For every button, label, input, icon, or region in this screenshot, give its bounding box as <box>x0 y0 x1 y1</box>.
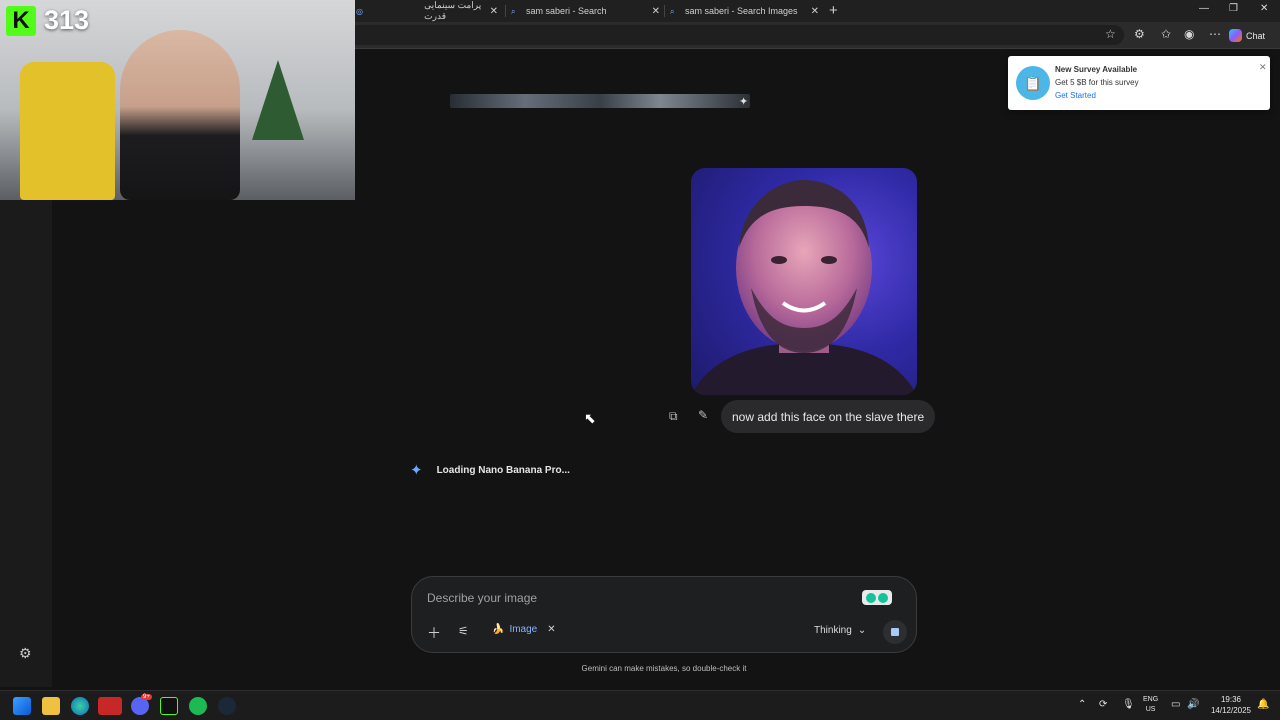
close-icon[interactable]: ✕ <box>811 6 819 17</box>
tab-separator <box>664 5 665 17</box>
loading-indicator: ✦ Loading Nano Banana Pro... <box>410 461 570 479</box>
survey-notification[interactable]: 📋 New Survey Available Get 5 $B for this… <box>1008 56 1270 110</box>
get-started-link[interactable]: Get Started <box>1055 91 1096 100</box>
settings-icon[interactable]: ⚙ <box>19 645 32 662</box>
microphone-icon[interactable]: 🎙 <box>1122 699 1135 710</box>
chat-label: Chat <box>1246 30 1266 41</box>
windows-taskbar: 9+ ⌃ ⟳ 🎙 ENG US ▭ 🔊 19:36 14/12/2025 🔔 <box>0 690 1280 720</box>
clipboard-icon: 📋 <box>1016 66 1050 100</box>
close-icon[interactable]: ✕ <box>1259 62 1267 73</box>
notification-subtitle: Get 5 $B for this survey <box>1055 78 1139 87</box>
copilot-icon <box>1229 29 1242 42</box>
christmas-tree <box>252 60 304 140</box>
mode-label: Thinking <box>814 625 852 636</box>
tab-2-title: sam saberi - Search <box>526 6 607 16</box>
notification-title: New Survey Available <box>1055 65 1138 74</box>
sparkle-icon: ✦ <box>739 96 749 108</box>
gaming-chair <box>20 62 115 200</box>
language-region: US <box>1145 706 1156 713</box>
prompt-input[interactable] <box>427 589 847 607</box>
image-tool-label: Image <box>509 624 538 635</box>
clock-time: 19:36 <box>1220 695 1242 704</box>
restore-icon[interactable]: ❐ <box>1229 3 1238 14</box>
image-tool-chip[interactable]: 🍌 Image ✕ <box>492 624 556 635</box>
chevron-down-icon: ⌄ <box>857 625 867 636</box>
disclaimer-text: Gemini can make mistakes, so double-chec… <box>581 664 747 673</box>
gemini-spark-icon: ✦ <box>410 462 423 479</box>
close-icon[interactable]: ✕ <box>490 6 498 17</box>
favorites-icon[interactable]: ✩ <box>1161 27 1171 41</box>
favorite-star-icon[interactable]: ☆ <box>1105 27 1116 41</box>
notification-bell-icon[interactable]: 🔔 <box>1257 699 1269 710</box>
volume-icon[interactable]: 🔊 <box>1187 699 1199 710</box>
banana-icon: 🍌 <box>492 624 505 635</box>
viewer-count: 313 <box>44 5 90 35</box>
viewer-count-badge: K 313 <box>6 5 89 36</box>
streamer <box>120 30 240 200</box>
minimize-icon[interactable]: — <box>1199 3 1209 14</box>
tab-1[interactable]: ◎ پرامت سینمایی قدرت ✕ <box>356 0 498 22</box>
language-indicator[interactable]: ENG US <box>1143 695 1158 715</box>
tab-2[interactable]: ⌕ sam saberi - Search ✕ <box>511 0 660 22</box>
spotify-icon[interactable] <box>189 697 207 715</box>
edge-icon[interactable] <box>71 697 89 715</box>
tools-icon[interactable]: ⚟ <box>458 624 469 638</box>
kick-app-icon[interactable] <box>160 697 178 715</box>
edit-pencil-icon[interactable]: ✎ <box>698 408 708 422</box>
search-icon: ⌕ <box>511 6 516 16</box>
previous-generated-image[interactable] <box>450 94 750 108</box>
language-code: ENG <box>1143 696 1159 703</box>
stop-icon <box>891 628 899 636</box>
copilot-chat-button[interactable]: Chat <box>1229 26 1277 45</box>
sync-icon[interactable]: ⟳ <box>1099 699 1107 710</box>
chevron-up-icon[interactable]: ⌃ <box>1078 699 1086 710</box>
network-icon[interactable]: ▭ <box>1171 699 1180 710</box>
tab-separator <box>505 5 506 17</box>
clock-date: 14/12/2025 <box>1210 706 1252 715</box>
file-explorer-icon[interactable] <box>42 697 60 715</box>
tab-1-title: پرامت سینمایی قدرت <box>424 0 482 21</box>
close-window-icon[interactable]: ✕ <box>1260 3 1268 14</box>
user-message-text: now add this face on the slave there <box>732 409 925 424</box>
close-icon[interactable]: ✕ <box>652 6 660 17</box>
copilot-icon: ◎ <box>356 6 363 16</box>
mode-selector[interactable]: Thinking ⌄ <box>814 625 866 636</box>
user-message-bubble: now add this face on the slave there <box>721 400 936 433</box>
left-sidebar-rail <box>0 200 52 687</box>
remove-chip-icon[interactable]: ✕ <box>547 624 555 635</box>
extensions-icon[interactable]: ⚙ <box>1134 27 1145 41</box>
stop-generation-button[interactable] <box>883 620 907 644</box>
uploaded-face-image[interactable] <box>691 168 917 395</box>
discord-badge: 9+ <box>141 694 152 700</box>
grammarly-icon[interactable] <box>862 590 892 605</box>
add-attachment-button[interactable]: ＋ <box>427 623 441 643</box>
kick-logo-icon: K <box>6 5 36 36</box>
stream-app-icon[interactable] <box>98 697 122 715</box>
tab-3-title: sam saberi - Search Images <box>685 6 798 16</box>
profile-icon[interactable]: ◉ <box>1184 27 1194 41</box>
new-tab-button[interactable]: + <box>829 2 838 19</box>
steam-icon[interactable] <box>218 697 236 715</box>
tab-3[interactable]: ⌕ sam saberi - Search Images ✕ <box>670 0 819 22</box>
system-clock[interactable]: 19:36 14/12/2025 <box>1208 694 1254 716</box>
windows-start-icon[interactable] <box>13 697 31 715</box>
prompt-composer: ＋ ⚟ 🍌 Image ✕ Thinking ⌄ <box>411 576 917 653</box>
streamer-webcam-overlay: K 313 <box>0 0 355 200</box>
mouse-cursor: ⬉ <box>584 410 596 426</box>
loading-text: Loading Nano Banana Pro... <box>436 464 570 476</box>
more-options-icon[interactable]: ⋯ <box>1209 27 1221 41</box>
face-photo-graphic <box>691 180 917 395</box>
copy-icon[interactable]: ⧉ <box>669 409 678 424</box>
search-icon: ⌕ <box>670 6 675 16</box>
